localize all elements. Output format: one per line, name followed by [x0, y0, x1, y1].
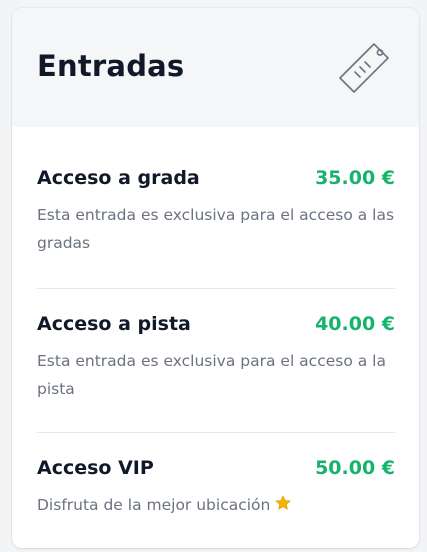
ticket-name: Acceso VIP — [37, 457, 154, 479]
card-title: Entradas — [37, 49, 185, 83]
ticket-description: Esta entrada es exclusiva para el acceso… — [37, 352, 386, 398]
ticket-description: Disfruta de la mejor ubicación — [37, 491, 395, 519]
ticket-description-text: Disfruta de la mejor ubicación — [37, 496, 271, 514]
ticket-name: Acceso a pista — [37, 313, 191, 335]
ticket-tag-icon — [339, 43, 389, 93]
ticket-description: Esta entrada es exclusiva para el acceso… — [37, 206, 395, 252]
ticket-price: 50.00 € — [315, 457, 395, 479]
ticket-name: Acceso a grada — [37, 167, 200, 189]
star-icon — [275, 495, 291, 510]
divider — [37, 288, 395, 289]
ticket-price: 35.00 € — [315, 167, 395, 189]
ticket-price: 40.00 € — [315, 313, 395, 335]
card-header: Entradas — [12, 8, 419, 127]
tickets-card: Entradas Acceso a grada 35.00 € Esta ent… — [12, 8, 419, 548]
divider — [37, 432, 395, 433]
